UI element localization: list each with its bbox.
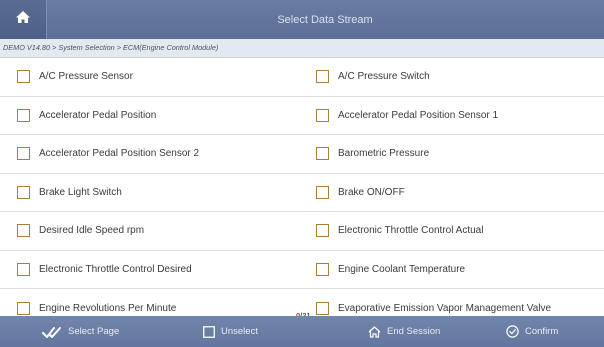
item-label: Barometric Pressure [338,148,430,160]
list-item[interactable]: Brake Light Switch [17,174,297,212]
title-bar: Select Data Stream [0,0,604,39]
item-label: Electronic Throttle Control Desired [39,263,192,275]
list-row: Electronic Throttle Control Desired Engi… [0,251,604,289]
home-button[interactable] [0,0,47,39]
select-page-label: Select Page [68,326,120,337]
checkbox[interactable] [17,185,30,199]
list-row: Accelerator Pedal Position Accelerator P… [0,97,604,135]
page-title: Select Data Stream [277,14,373,26]
checkbox[interactable] [316,224,329,238]
item-label: Accelerator Pedal Position Sensor 1 [338,109,499,121]
item-label: Desired Idle Speed rpm [39,225,145,237]
empty-checkbox-icon [203,325,215,338]
end-session-label: End Session [387,326,441,337]
checkbox[interactable] [316,108,329,122]
breadcrumb: DEMO V14.80 > System Selection > ECM(Eng… [0,39,604,58]
checkbox[interactable] [17,70,30,84]
list-item[interactable]: Desired Idle Speed rpm [17,212,297,250]
checkbox[interactable] [316,185,329,199]
list-item[interactable]: A/C Pressure Switch [316,58,601,96]
checkbox[interactable] [316,70,329,84]
item-label: Evaporative Emission Vapor Management Va… [338,302,552,314]
select-page-button[interactable]: Select Page [42,316,119,347]
unselect-label: Unselect [221,326,258,337]
end-session-button[interactable]: End Session [368,316,440,347]
list-item[interactable]: Electronic Throttle Control Actual [316,212,601,250]
list-item[interactable]: Barometric Pressure [316,135,601,173]
item-label: Accelerator Pedal Position [39,109,157,121]
checkbox[interactable] [17,108,30,122]
list-item[interactable]: Evaporative Emission Vapor Management Va… [316,289,601,316]
item-label: Brake ON/OFF [338,186,405,198]
list-item[interactable]: Accelerator Pedal Position [17,97,297,135]
checkbox[interactable] [316,147,329,161]
app-window: Select Data Stream DEMO V14.80 > System … [0,0,604,347]
item-label: A/C Pressure Sensor [39,71,133,83]
double-check-icon [42,325,62,339]
home-icon [15,10,31,29]
list-item[interactable]: Engine Revolutions Per Minute [17,289,297,316]
item-label: Engine Revolutions Per Minute [39,302,177,314]
list-row: A/C Pressure Sensor A/C Pressure Switch [0,58,604,97]
item-label: Electronic Throttle Control Actual [338,225,484,237]
item-label: Brake Light Switch [39,186,122,198]
list-row: Brake Light Switch Brake ON/OFF [0,174,604,212]
checkbox[interactable] [17,262,30,276]
checkbox[interactable] [17,224,30,238]
list-item[interactable]: A/C Pressure Sensor [17,58,297,96]
list-item[interactable]: Electronic Throttle Control Desired [17,251,297,289]
bottom-toolbar: Select Page Unselect End Session Confirm [0,316,604,347]
check-circle-icon [506,325,519,338]
checkbox[interactable] [17,301,30,315]
list-item[interactable]: Brake ON/OFF [316,174,601,212]
list-item[interactable]: Accelerator Pedal Position Sensor 2 [17,135,297,173]
confirm-button[interactable]: Confirm [506,316,558,347]
list-row: Accelerator Pedal Position Sensor 2 Baro… [0,135,604,174]
checkbox[interactable] [316,262,329,276]
confirm-label: Confirm [525,326,559,337]
data-stream-list: A/C Pressure Sensor A/C Pressure Switch … [0,58,604,316]
home-outline-icon [368,325,381,338]
checkbox[interactable] [316,301,329,315]
item-label: Engine Coolant Temperature [338,263,466,275]
list-row: Desired Idle Speed rpm Electronic Thrott… [0,212,604,251]
list-item[interactable]: Engine Coolant Temperature [316,251,601,289]
unselect-button[interactable]: Unselect [203,316,258,347]
item-label: Accelerator Pedal Position Sensor 2 [39,148,200,160]
checkbox[interactable] [17,147,30,161]
item-label: A/C Pressure Switch [338,71,430,83]
list-item[interactable]: Accelerator Pedal Position Sensor 1 [316,97,601,135]
